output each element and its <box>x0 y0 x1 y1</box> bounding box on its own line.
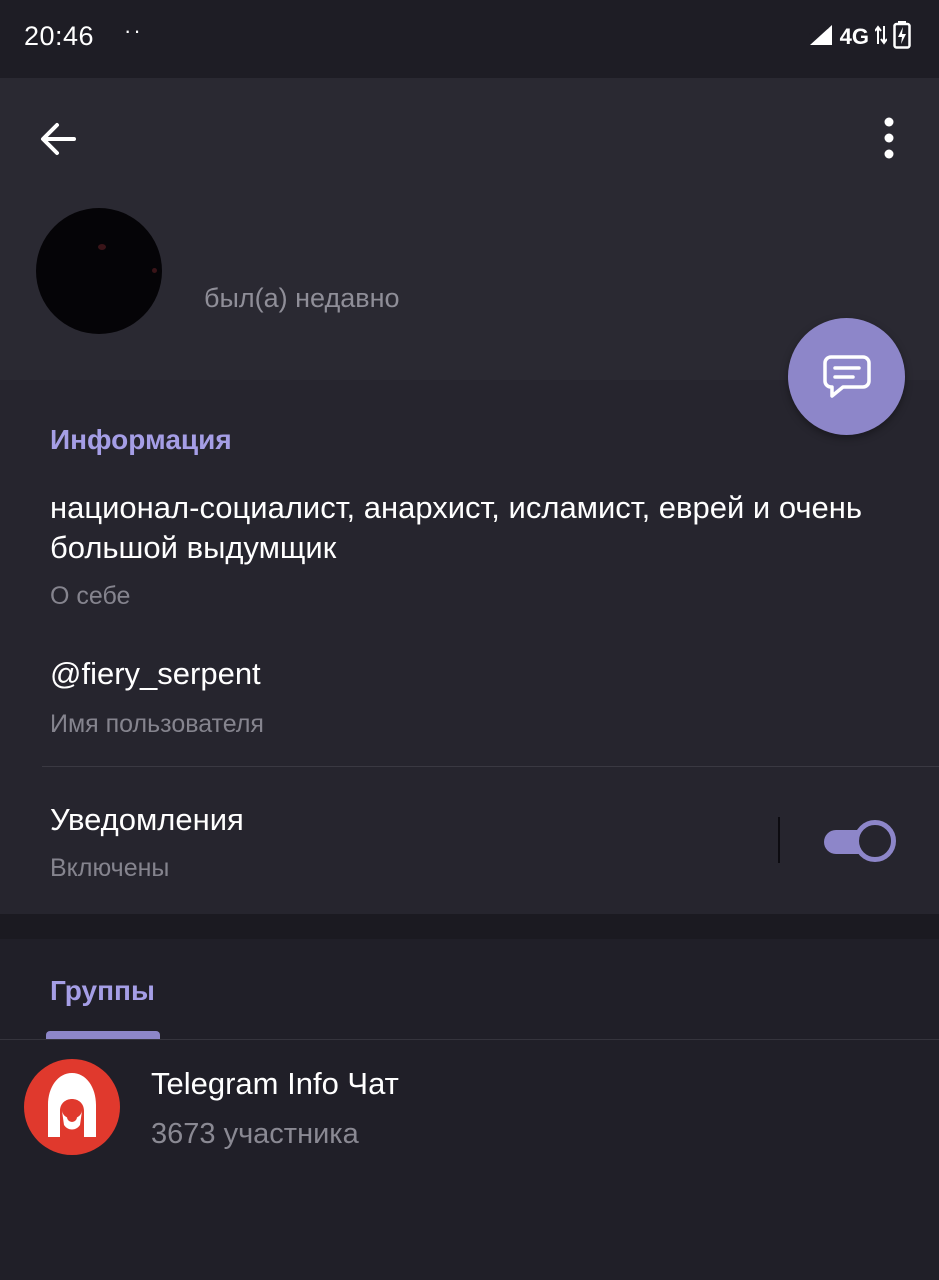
arrow-left-icon <box>41 123 76 155</box>
network-type: 4G <box>839 24 869 49</box>
profile-avatar[interactable] <box>36 208 162 334</box>
status-time: 20:46 <box>24 21 95 51</box>
more-vertical-icon <box>884 117 894 159</box>
username-value[interactable]: @fiery_serpent <box>50 656 261 692</box>
profile-header: был(а) недавно <box>0 78 939 380</box>
notifications-toggle[interactable] <box>822 820 896 862</box>
notifications-status: Включены <box>50 854 170 882</box>
status-bar: 20:46 ·· 4G <box>0 0 939 78</box>
message-icon <box>822 354 871 398</box>
tab-indicator <box>46 1031 160 1039</box>
toggle-separator <box>778 817 780 863</box>
back-button[interactable] <box>36 116 82 162</box>
group-members-count: 3673 участника <box>151 1118 359 1150</box>
more-options-button[interactable] <box>866 116 912 162</box>
notification-dots: ·· <box>124 18 143 43</box>
info-section: Информация национал-социалист, анархист,… <box>0 380 939 914</box>
data-arrows-icon <box>874 24 888 51</box>
toggle-knob <box>854 820 896 862</box>
divider <box>42 766 939 767</box>
send-message-button[interactable] <box>788 318 905 435</box>
avatar-detail <box>98 244 106 250</box>
bio-text[interactable]: национал-социалист, анархист, исламист, … <box>50 488 910 568</box>
group-name: Telegram Info Чат <box>151 1066 399 1101</box>
last-seen-status: был(а) недавно <box>204 283 400 313</box>
profile-screen: 20:46 ·· 4G был(а) недавно Информация на… <box>0 0 939 1280</box>
tab-groups[interactable]: Группы <box>50 975 155 1007</box>
signal-icon <box>808 23 834 52</box>
group-avatar <box>24 1059 120 1155</box>
bio-caption: О себе <box>50 582 131 610</box>
section-gap <box>0 914 939 939</box>
status-icons: 4G <box>808 20 911 54</box>
username-caption: Имя пользователя <box>50 710 264 738</box>
groups-section: Группы Telegram Info Чат 3673 участника <box>0 939 939 1280</box>
battery-charging-icon <box>893 20 911 54</box>
notifications-label[interactable]: Уведомления <box>50 802 244 838</box>
info-section-title: Информация <box>50 424 232 455</box>
avatar-detail <box>152 268 157 273</box>
group-list-item[interactable]: Telegram Info Чат 3673 участника <box>0 1040 939 1180</box>
hooded-figure-icon <box>48 1073 96 1137</box>
